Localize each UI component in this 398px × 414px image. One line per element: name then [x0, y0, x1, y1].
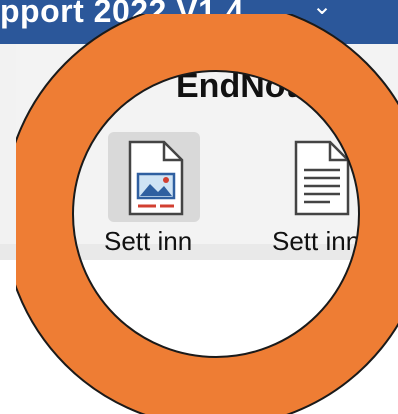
insert-image-document-icon	[128, 140, 184, 216]
window-title: pport 2022 V1.4	[0, 0, 245, 29]
tab-label: EndNote 20	[176, 67, 364, 105]
insert-text-document-icon	[294, 140, 350, 216]
button-label: Sett inn	[104, 226, 193, 256]
chevron-down-icon[interactable]: ⌄	[312, 0, 332, 18]
insert-citation-button[interactable]: Sett inn	[104, 126, 214, 260]
insert-bibliography-button[interactable]: Sett inn	[270, 126, 380, 260]
ribbon-group-divider	[62, 120, 63, 244]
window-titlebar: pport 2022 V1.4 ⌄	[0, 0, 398, 44]
button-label: Sett inn	[272, 226, 361, 256]
tab-partial[interactable]: y	[0, 64, 131, 108]
tab-label: y	[112, 67, 131, 105]
tab-endnote[interactable]: EndNote 20	[176, 64, 363, 108]
